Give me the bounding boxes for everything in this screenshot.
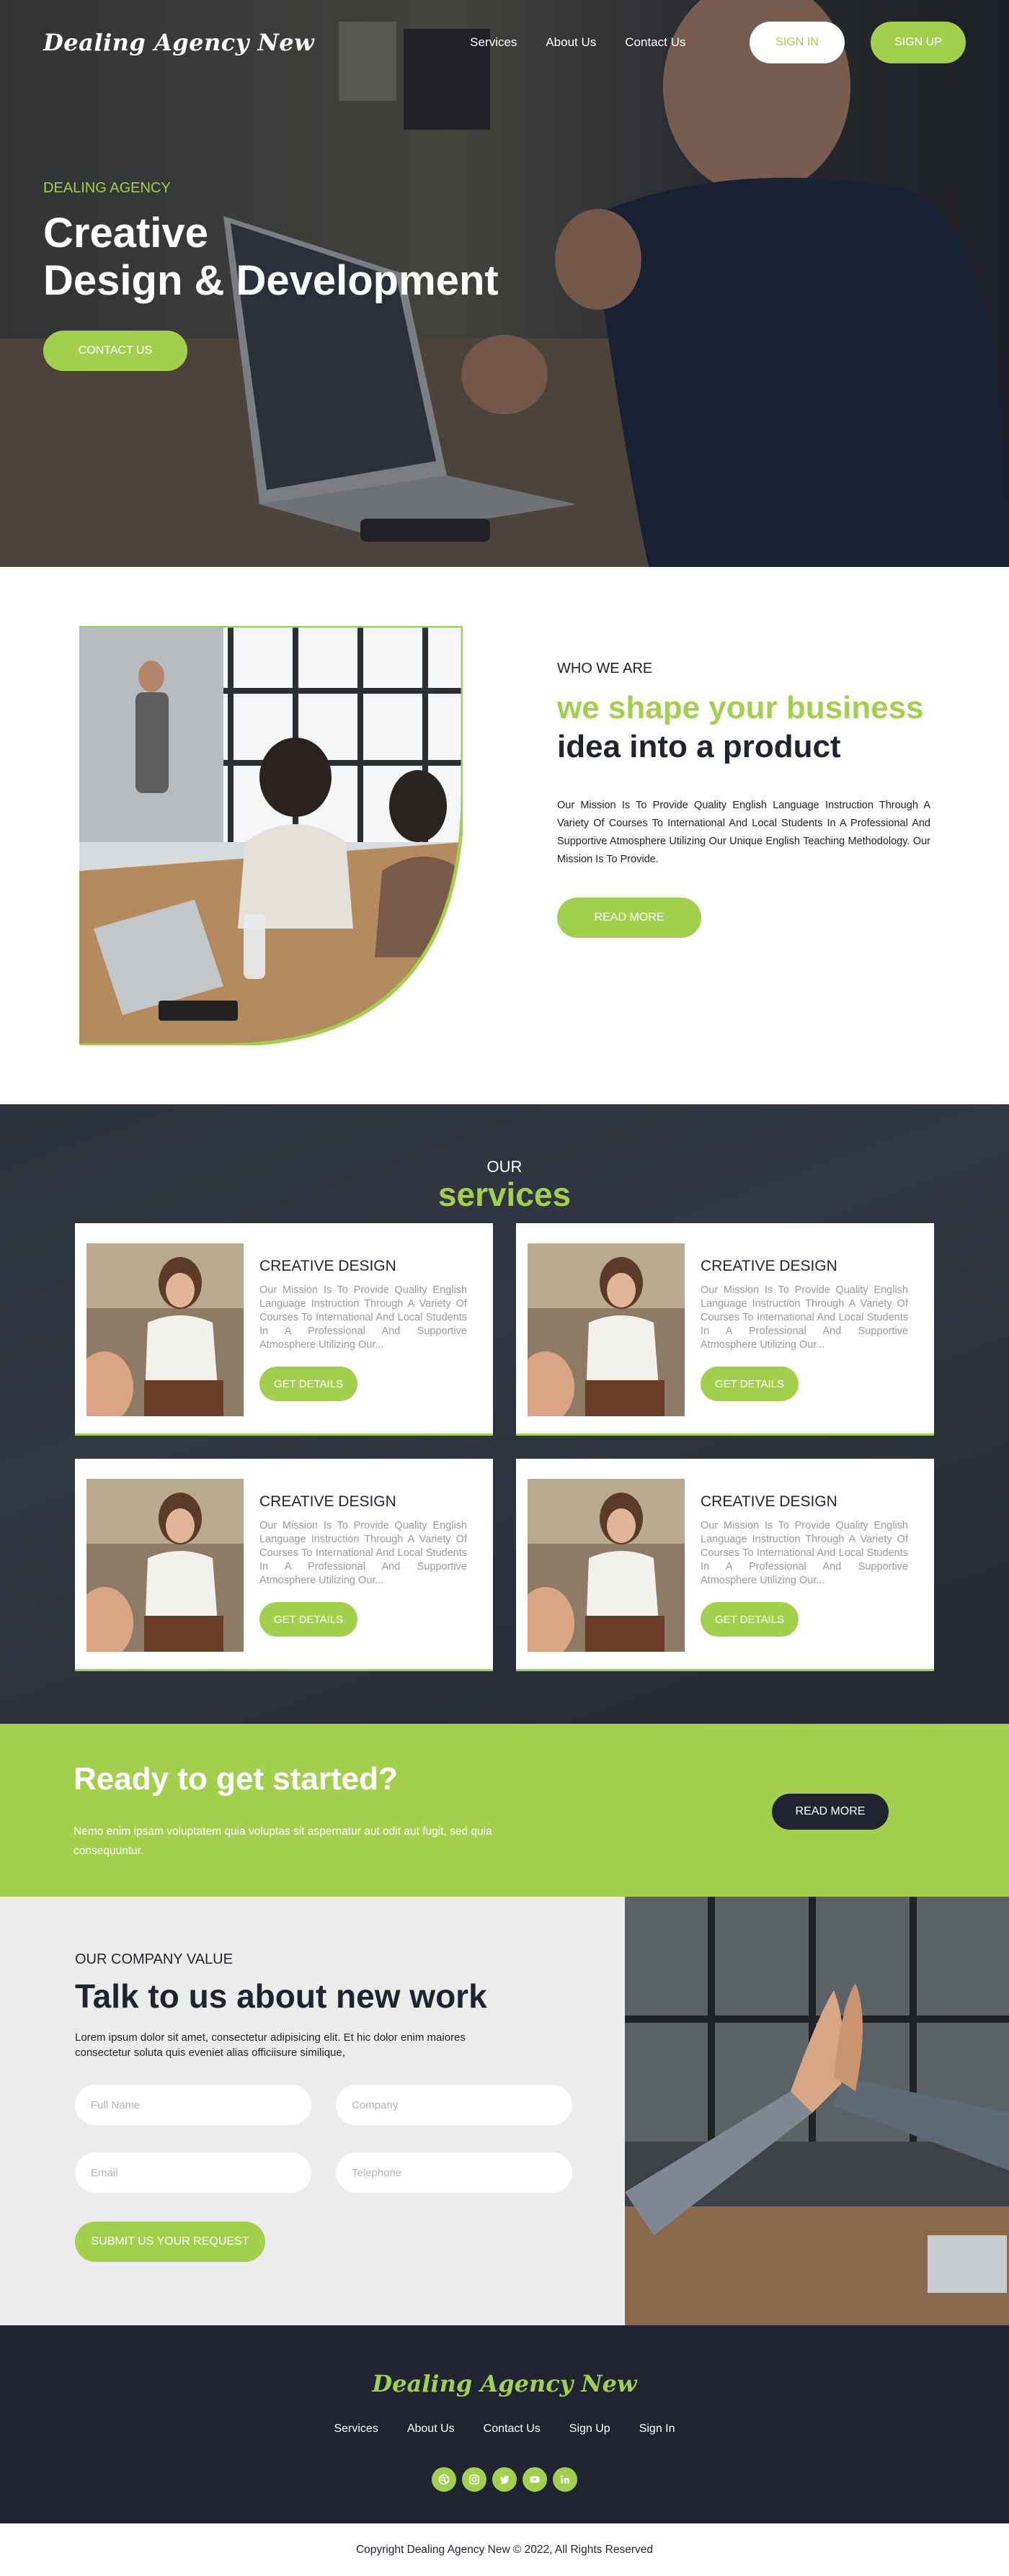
service-card: CREATIVE DESIGN Our Mission Is To Provid…: [516, 1459, 934, 1671]
nav-links: Services About Us Contact Us: [470, 35, 685, 50]
meeting-photo: [79, 626, 463, 1045]
company-field[interactable]: [336, 2085, 572, 2125]
contact-fields: [75, 2085, 579, 2193]
nav-link-about-us[interactable]: About Us: [546, 35, 596, 50]
service-card-title: CREATIVE DESIGN: [701, 1258, 837, 1274]
full-name-field[interactable]: [75, 2085, 311, 2125]
social-links: [0, 2467, 1009, 2492]
service-card-body: CREATIVE DESIGN Our Mission Is To Provid…: [701, 1479, 908, 1650]
who-we-are-section: WHO WE ARE we shape your business idea i…: [0, 567, 1009, 1104]
instagram-icon[interactable]: [462, 2467, 486, 2492]
service-card: CREATIVE DESIGN Our Mission Is To Provid…: [75, 1459, 493, 1671]
service-card: CREATIVE DESIGN Our Mission Is To Provid…: [516, 1223, 934, 1436]
service-card-text: Our Mission Is To Provide Quality Englis…: [701, 1520, 908, 1586]
hero-text: DEALING AGENCY Creative Design & Develop…: [43, 180, 499, 371]
ready-title: Ready to get started?: [74, 1761, 398, 1797]
service-card-photo: [528, 1479, 685, 1652]
who-title-line-2: idea into a product: [557, 729, 841, 764]
service-card-text: Our Mission Is To Provide Quality Englis…: [259, 1284, 467, 1351]
hero-section: Dealing Agency New Services About Us Con…: [0, 0, 1009, 567]
footer-link-services[interactable]: Services: [334, 2423, 378, 2436]
services-section: OUR services CREATIVE DESIGN Our Mission…: [0, 1104, 1009, 1724]
footer-links: Services About Us Contact Us Sign Up Sig…: [0, 2423, 1009, 2436]
youtube-icon[interactable]: [523, 2467, 547, 2492]
service-card-title: CREATIVE DESIGN: [701, 1493, 837, 1510]
services-kicker: OUR: [486, 1158, 523, 1176]
footer-link-about-us[interactable]: About Us: [407, 2423, 455, 2436]
sign-up-button[interactable]: SIGN UP: [871, 22, 966, 63]
service-card-text: Our Mission Is To Provide Quality Englis…: [701, 1284, 908, 1351]
submit-request-button[interactable]: SUBMIT US YOUR REQUEST: [75, 2222, 265, 2262]
nav-auth-buttons: SIGN IN SIGN UP: [750, 22, 966, 63]
who-title-line-1: we shape your business: [557, 690, 924, 725]
nav-link-services[interactable]: Services: [470, 35, 517, 50]
copyright: Copyright Dealing Agency New © 2022, All…: [0, 2523, 1009, 2576]
logo[interactable]: Dealing Agency New: [43, 29, 314, 56]
get-details-button[interactable]: GET DETAILS: [701, 1367, 799, 1401]
who-we-are-text: WHO WE ARE we shape your business idea i…: [557, 661, 930, 938]
hero-title-line-1: Creative: [43, 210, 208, 256]
get-details-button[interactable]: GET DETAILS: [259, 1602, 357, 1637]
service-card: CREATIVE DESIGN Our Mission Is To Provid…: [75, 1223, 493, 1436]
services-heading: OUR services: [0, 1158, 1009, 1214]
service-card-text: Our Mission Is To Provide Quality Englis…: [259, 1520, 467, 1586]
service-card-body: CREATIVE DESIGN Our Mission Is To Provid…: [259, 1479, 467, 1650]
get-details-button[interactable]: GET DETAILS: [701, 1602, 799, 1637]
high-five-photo: [625, 1897, 1009, 2325]
service-card-photo: [528, 1243, 685, 1416]
contact-title: Talk to us about new work: [75, 1977, 487, 2015]
dribbble-icon[interactable]: [432, 2467, 456, 2492]
who-kicker: WHO WE ARE: [557, 661, 653, 676]
service-card-photo: [86, 1479, 244, 1652]
service-card-body: CREATIVE DESIGN Our Mission Is To Provid…: [259, 1243, 467, 1415]
get-details-button[interactable]: GET DETAILS: [259, 1367, 357, 1401]
email-field[interactable]: [75, 2152, 311, 2193]
top-nav: Dealing Agency New Services About Us Con…: [0, 0, 1009, 85]
nav-link-contact-us[interactable]: Contact Us: [625, 35, 685, 50]
services-grid: CREATIVE DESIGN Our Mission Is To Provid…: [75, 1223, 934, 1671]
footer-link-contact-us[interactable]: Contact Us: [484, 2423, 541, 2436]
footer-logo[interactable]: Dealing Agency New: [0, 2370, 1009, 2397]
contact-us-button[interactable]: CONTACT US: [43, 331, 187, 371]
ready-read-more-button[interactable]: READ MORE: [772, 1794, 889, 1830]
footer-link-sign-in[interactable]: Sign In: [639, 2423, 675, 2436]
hero-title: Creative Design & Development: [43, 210, 499, 305]
hero-title-line-2: Design & Development: [43, 257, 499, 304]
services-title: services: [437, 1176, 572, 1213]
service-card-title: CREATIVE DESIGN: [259, 1258, 396, 1274]
service-card-photo: [86, 1243, 244, 1416]
footer-link-sign-up[interactable]: Sign Up: [569, 2423, 610, 2436]
contact-kicker: OUR COMPANY VALUE: [75, 1951, 233, 1967]
sign-in-button[interactable]: SIGN IN: [750, 22, 845, 63]
twitter-icon[interactable]: [492, 2467, 517, 2492]
service-card-title: CREATIVE DESIGN: [259, 1493, 396, 1510]
telephone-field[interactable]: [336, 2152, 572, 2193]
footer: Dealing Agency New Services About Us Con…: [0, 2325, 1009, 2523]
contact-section: OUR COMPANY VALUE Talk to us about new w…: [0, 1897, 1009, 2325]
ready-banner: Ready to get started? Nemo enim ipsam vo…: [0, 1724, 1009, 1897]
read-more-button[interactable]: READ MORE: [557, 898, 701, 938]
contact-body: Lorem ipsum dolor sit amet, consectetur …: [75, 2031, 466, 2059]
contact-form: OUR COMPANY VALUE Talk to us about new w…: [75, 1951, 579, 2262]
ready-text: Nemo enim ipsam voluptatem quia voluptas…: [74, 1825, 492, 1857]
who-body-text: Our Mission Is To Provide Quality Englis…: [557, 800, 930, 865]
linkedin-icon[interactable]: [553, 2467, 577, 2492]
service-card-body: CREATIVE DESIGN Our Mission Is To Provid…: [701, 1243, 908, 1415]
hero-kicker: DEALING AGENCY: [43, 180, 171, 196]
